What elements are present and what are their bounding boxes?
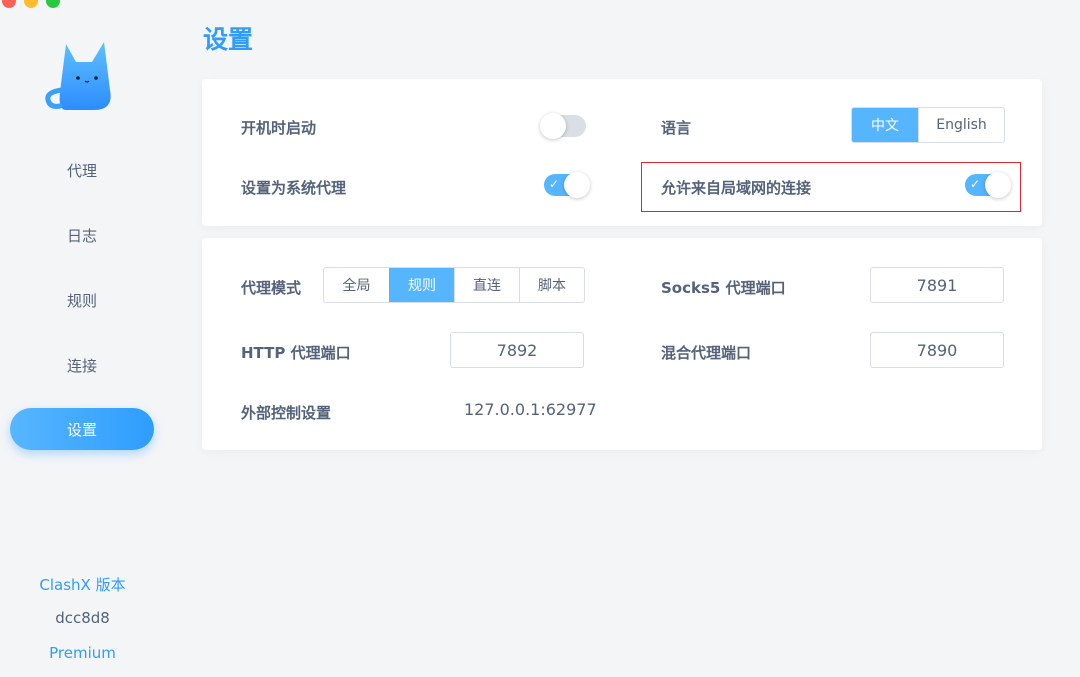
clash-cat-logo-icon [45, 42, 111, 110]
sidebar-item-settings[interactable]: 设置 [10, 408, 154, 450]
version-label: ClashX 版本 [39, 576, 126, 594]
edition-label: Premium [49, 644, 116, 662]
proxy-mode-label: 代理模式 [241, 279, 302, 297]
allow-lan-label: 允许来自局域网的连接 [661, 179, 812, 197]
toggle-knob [540, 113, 566, 139]
sidebar-item-rules[interactable]: 规则 [10, 279, 154, 321]
language-option-english[interactable]: English [918, 108, 1004, 142]
page-title: 设置 [203, 25, 254, 54]
proxy-mode-direct[interactable]: 直连 [454, 268, 519, 302]
sidebar-item-connections[interactable]: 连接 [10, 344, 154, 386]
check-icon: ✓ [549, 177, 560, 191]
external-controller-value[interactable]: 127.0.0.1:62977 [464, 400, 597, 419]
version-value: dcc8d8 [55, 609, 110, 627]
system-proxy-toggle[interactable]: ✓ [544, 172, 590, 198]
mixed-port-label: 混合代理端口 [661, 344, 752, 362]
launch-at-login-toggle[interactable] [540, 113, 586, 139]
http-port-input[interactable]: 7892 [450, 332, 584, 368]
check-icon: ✓ [970, 177, 981, 191]
language-option-chinese[interactable]: 中文 [852, 108, 918, 142]
proxy-mode-selector: 全局 规则 直连 脚本 [323, 267, 585, 303]
launch-at-login-label: 开机时启动 [241, 119, 317, 137]
system-proxy-label: 设置为系统代理 [241, 179, 347, 197]
socks5-port-label: Socks5 代理端口 [661, 279, 786, 297]
proxy-mode-rule[interactable]: 规则 [389, 268, 454, 302]
socks5-port-input[interactable]: 7891 [870, 267, 1004, 303]
http-port-label: HTTP 代理端口 [241, 344, 351, 362]
language-label: 语言 [661, 119, 692, 137]
sidebar: 代理 日志 规则 连接 设置 ClashX 版本 dcc8d8 Premium [0, 0, 165, 677]
sidebar-item-logs[interactable]: 日志 [10, 214, 154, 256]
language-selector: 中文 English [851, 107, 1005, 143]
external-controller-label: 外部控制设置 [241, 404, 332, 422]
sidebar-item-proxy[interactable]: 代理 [10, 149, 154, 191]
mixed-port-input[interactable]: 7890 [870, 332, 1004, 368]
toggle-knob [985, 172, 1011, 198]
toggle-knob [564, 172, 590, 198]
allow-lan-toggle[interactable]: ✓ [965, 172, 1011, 198]
proxy-mode-script[interactable]: 脚本 [519, 268, 584, 302]
proxy-mode-global[interactable]: 全局 [324, 268, 389, 302]
